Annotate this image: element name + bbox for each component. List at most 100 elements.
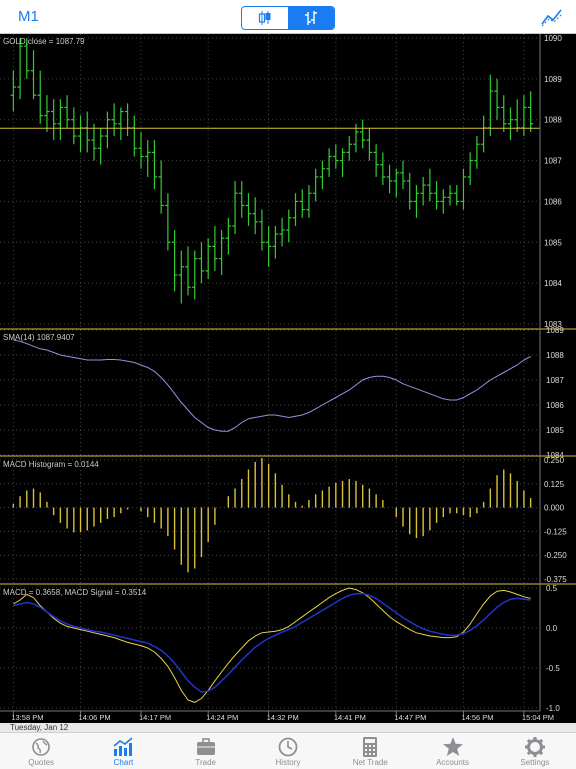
ohlc-bar: [118, 107, 124, 141]
ohlc-bar: [10, 70, 17, 112]
chart-area[interactable]: GOLD,close = 1087.79 1090 1089 1088 1087 108…: [0, 34, 576, 724]
ohlc-bar: [386, 164, 393, 194]
tab-label: Settings: [520, 758, 550, 767]
histogram-tick-label: 0.250: [544, 456, 565, 465]
tab-chart[interactable]: Chart: [82, 733, 164, 769]
ohlc-bar: [178, 250, 184, 304]
macd-tick-label: -0.5: [546, 664, 560, 673]
ohlc-bar: [514, 99, 520, 132]
candlestick-mode-button[interactable]: [242, 7, 288, 29]
gear-icon: [524, 737, 545, 757]
tab-label: History: [275, 758, 301, 767]
ohlc-bar: [17, 38, 23, 100]
time-tick-label: 14:47 PM: [394, 713, 426, 722]
ohlc-bar: [454, 185, 460, 206]
ohlc-bar: [447, 185, 453, 206]
ohlc-bar: [326, 148, 332, 177]
ohlc-bar: [205, 238, 211, 280]
timeframe-button[interactable]: M1: [18, 8, 39, 25]
ohlc-bar: [84, 111, 90, 153]
price-tick-label: 1085: [544, 238, 562, 247]
ohlc-bar: [346, 136, 352, 161]
briefcase-icon: [196, 738, 215, 755]
ohlc-bar: [420, 176, 426, 206]
histogram-tick-label: 0.000: [544, 504, 565, 513]
ohlc-bar: [37, 70, 43, 124]
ohlc-bar: [239, 181, 245, 218]
ohlc-bar: [198, 242, 205, 284]
tab-settings[interactable]: Settings: [494, 733, 576, 769]
globe-icon: [32, 738, 50, 756]
ohlc-bar: [339, 148, 346, 177]
main-chart-label: GOLD,close = 1087.79: [3, 37, 85, 46]
tab-label: Trade: [195, 758, 216, 767]
sma-label: SMA(14) 1087.9407: [3, 333, 75, 342]
sma-tick-label: 1087: [546, 376, 564, 385]
ohlc-bar: [91, 123, 97, 161]
time-tick-label: 14:56 PM: [461, 713, 493, 722]
ohlc-bar: [265, 225, 272, 267]
ohlc-bar: [433, 181, 440, 210]
ohlc-bar: [272, 225, 279, 259]
price-tick-label: 1084: [544, 279, 562, 288]
time-tick-label: 14:17 PM: [139, 713, 171, 722]
ohlc-bar: [50, 99, 57, 141]
tab-net-trade[interactable]: Net Trade: [329, 733, 411, 769]
ohlc-bar: [212, 225, 218, 271]
ohlc-bar: [400, 160, 406, 190]
ohlc-bar: [292, 193, 299, 226]
ohlc-bar: [299, 189, 305, 218]
time-tick-label: 14:32 PM: [267, 713, 299, 722]
sma-tick-label: 1086: [546, 401, 564, 410]
ohlc-bar: [306, 185, 312, 218]
ohlc-bar: [480, 115, 487, 153]
chart-canvas[interactable]: GOLD,close = 1087.79 1090 1089 1088 1087 108…: [0, 34, 576, 724]
ohlc-bar: [71, 107, 77, 145]
indicators-icon[interactable]: [540, 6, 564, 28]
chart-mode-segmented-control[interactable]: [241, 6, 335, 30]
histogram-tick-label: -0.125: [544, 527, 567, 536]
macd-signal-line: [13, 592, 531, 693]
macd-tick-label: 0.0: [546, 624, 558, 633]
tab-label: Accounts: [436, 758, 469, 767]
ohlc-bar: [57, 99, 64, 141]
ohlc-bar: [487, 74, 494, 137]
tab-history[interactable]: History: [247, 733, 329, 769]
time-tick-label: 14:06 PM: [79, 713, 111, 722]
bar-mode-button[interactable]: [288, 7, 334, 29]
date-label: Tuesday, Jan 12: [0, 723, 576, 732]
ohlc-bar: [259, 209, 265, 251]
time-tick-label: 15:04 PM: [522, 713, 554, 722]
chart-icon: [113, 737, 133, 756]
ohlc-bar: [30, 50, 37, 100]
macd-tick-label: -1.0: [546, 704, 560, 713]
macd-line: [13, 587, 531, 703]
macd-label: MACD = 0.3658, MACD Signal = 0.3514: [3, 588, 147, 597]
ohlc-bar: [460, 168, 467, 210]
ohlc-bar: [165, 193, 171, 251]
clock-icon: [278, 737, 298, 757]
ohlc-bar: [286, 209, 292, 243]
tab-accounts[interactable]: Accounts: [411, 733, 493, 769]
histogram-tick-label: -0.250: [544, 551, 567, 560]
ohlc-bar: [507, 107, 514, 141]
tab-quotes[interactable]: Quotes: [0, 733, 82, 769]
histogram-tick-label: -0.375: [544, 575, 567, 584]
ohlc-bar: [440, 189, 446, 214]
sma-line: [13, 339, 531, 432]
ohlc-bar: [413, 185, 420, 218]
ohlc-bar: [124, 103, 131, 137]
ohlc-bar: [192, 250, 198, 300]
ohlc-bar: [104, 111, 111, 149]
tab-bar: Quotes Chart Trade History Net Trade Acc…: [0, 732, 576, 769]
ohlc-bar: [373, 144, 379, 177]
star-icon: [442, 737, 463, 756]
top-toolbar: M1: [0, 0, 576, 34]
ohlc-bar: [232, 181, 238, 235]
ohlc-bar: [171, 230, 178, 292]
ohlc-bar: [138, 131, 144, 169]
ohlc-bar: [252, 197, 258, 235]
ohlc-bar: [158, 160, 164, 214]
ohlc-bars-icon: [305, 11, 317, 25]
tab-trade[interactable]: Trade: [165, 733, 247, 769]
